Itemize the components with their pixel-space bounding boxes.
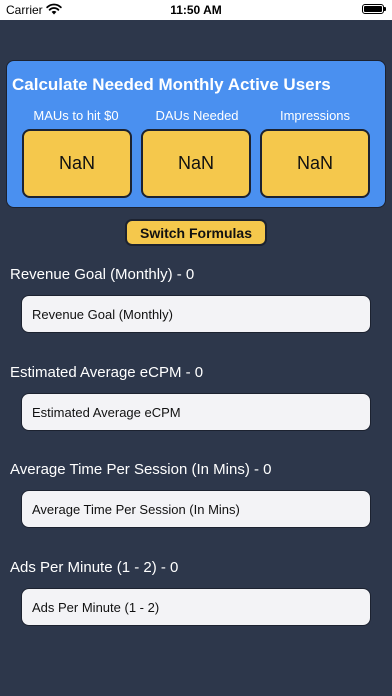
daus-result: NaN xyxy=(141,129,251,198)
revenue-goal-label: Revenue Goal (Monthly) - 0 xyxy=(10,266,195,283)
impressions-label: Impressions xyxy=(279,108,351,123)
ecpm-label: Estimated Average eCPM - 0 xyxy=(10,364,204,381)
switch-formulas-button[interactable]: Switch Formulas xyxy=(125,219,267,246)
ads-per-minute-label: Ads Per Minute (1 - 2) - 0 xyxy=(10,559,179,576)
session-time-input[interactable] xyxy=(21,490,371,528)
ecpm-input[interactable] xyxy=(21,393,371,431)
calculator-title: Calculate Needed Monthly Active Users xyxy=(12,75,331,94)
maus-label: MAUs to hit $0 xyxy=(33,108,119,123)
calculator-card: Calculate Needed Monthly Active Users MA… xyxy=(6,60,386,208)
daus-label: DAUs Needed xyxy=(155,108,239,123)
session-time-label: Average Time Per Session (In Mins) - 0 xyxy=(10,461,272,478)
ads-per-minute-input[interactable] xyxy=(21,588,371,626)
revenue-goal-input[interactable] xyxy=(21,295,371,333)
impressions-result: NaN xyxy=(260,129,370,198)
status-bar: Carrier 11:50 AM xyxy=(0,0,392,20)
status-time: 11:50 AM xyxy=(170,3,222,17)
maus-result: NaN xyxy=(22,129,132,198)
battery-icon xyxy=(362,4,386,14)
